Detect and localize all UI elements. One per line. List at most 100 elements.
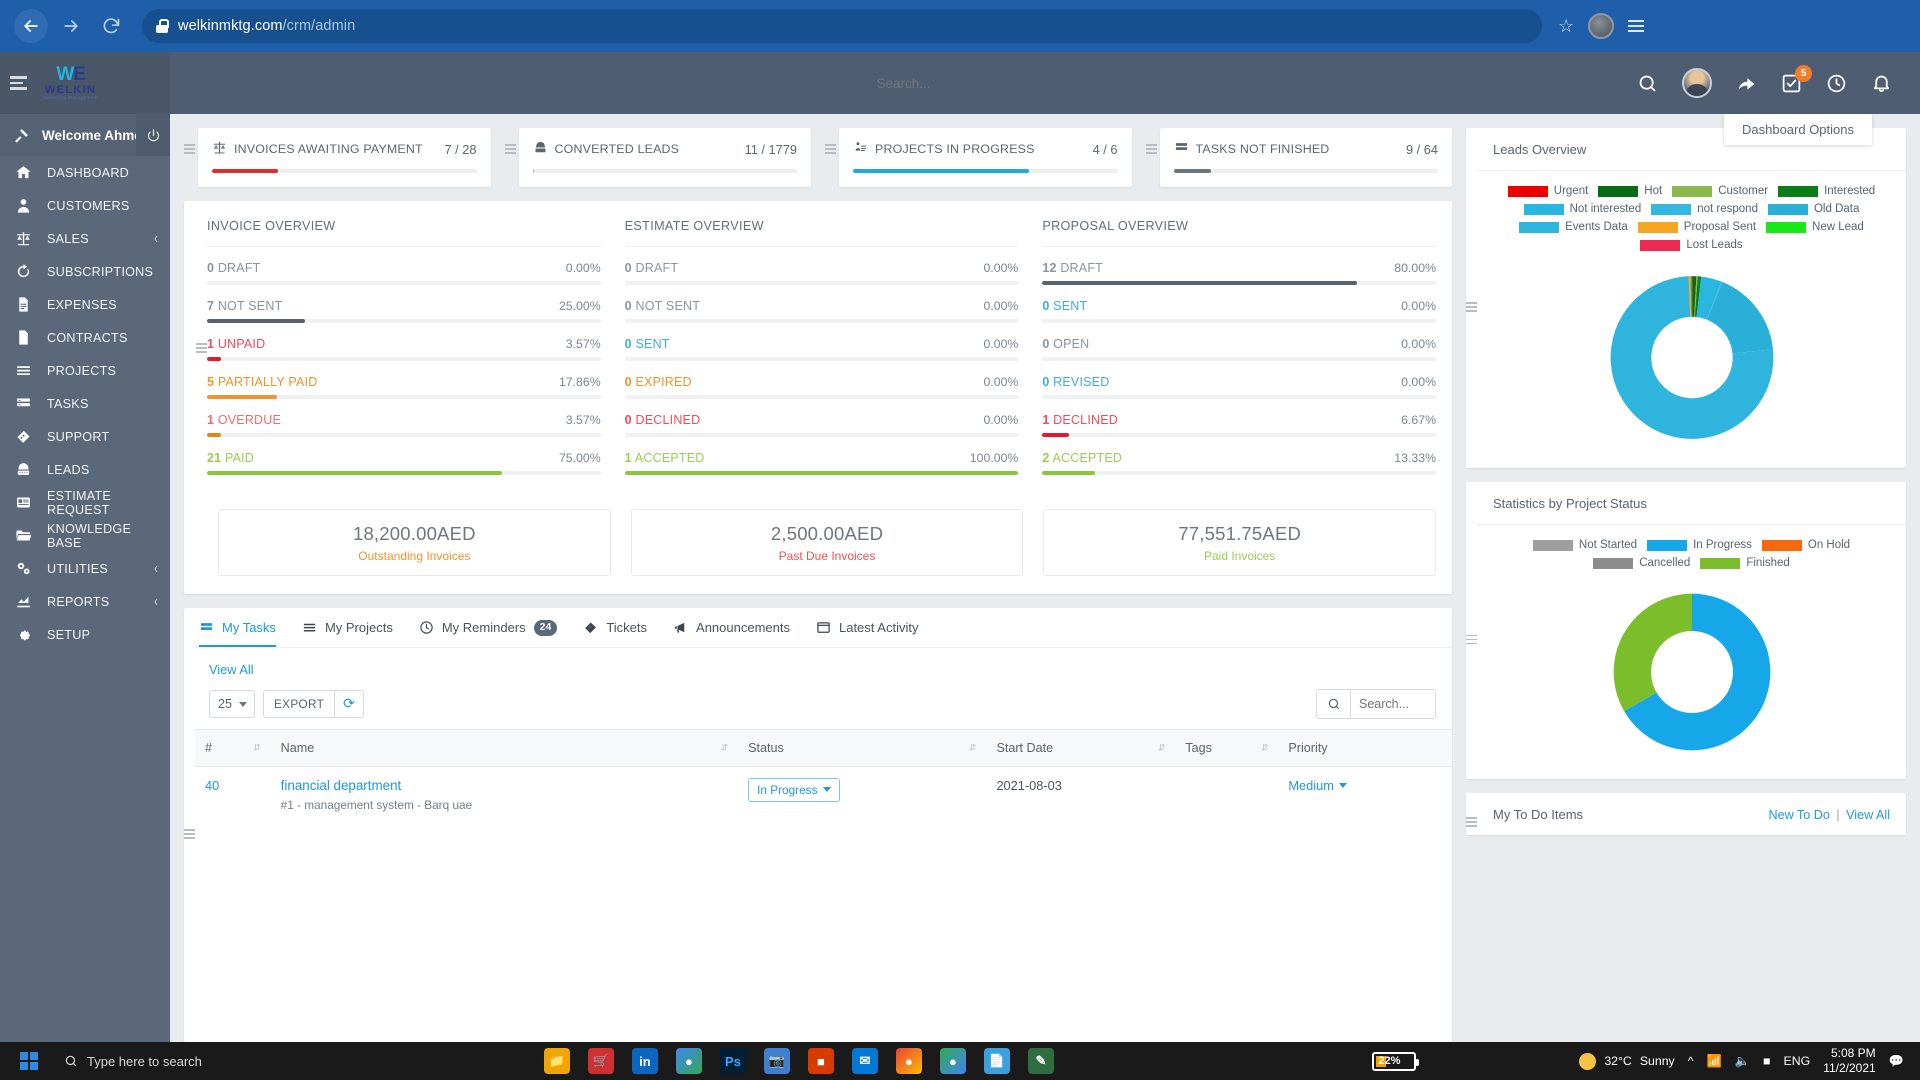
chrome-menu-icon[interactable] [1628, 20, 1645, 32]
leads-panel-drag-handle[interactable] [1466, 128, 1477, 468]
bookmark-star-icon[interactable]: ☆ [1558, 16, 1574, 37]
tab-tickets[interactable]: Tickets [583, 620, 647, 646]
photos-icon[interactable]: 📷 [763, 1048, 790, 1074]
taskbar-search[interactable]: Type here to search [52, 1046, 214, 1076]
status-badge[interactable]: In Progress [748, 777, 841, 802]
legend-item[interactable]: Old Data [1767, 203, 1859, 215]
sidebar-item-sales[interactable]: SALES ‹ [0, 222, 170, 255]
dashboard-options-tooltip[interactable]: Dashboard Options [1723, 114, 1872, 145]
weather-widget[interactable]: 32°C Sunny [1579, 1052, 1675, 1070]
view-all-link[interactable]: View All [195, 648, 1452, 677]
sidebar-toggle-icon[interactable] [10, 76, 27, 90]
linkedin-icon[interactable]: in [631, 1048, 658, 1074]
new-todo-link[interactable]: New To Do [1768, 808, 1829, 822]
logout-button[interactable] [136, 114, 170, 156]
table-header-start-date[interactable]: Start Date ⇵ [986, 728, 1176, 767]
legend-item[interactable]: Events Data [1519, 221, 1628, 233]
sidebar-item-setup[interactable]: SETUP [0, 618, 170, 651]
file-explorer-icon[interactable]: 📁 [543, 1048, 570, 1074]
chrome-3-icon[interactable]: ● [939, 1048, 966, 1074]
browser-reload-button[interactable] [94, 9, 128, 43]
kpi-card[interactable]: CONVERTED LEADS 11 / 1779 [518, 128, 811, 187]
office-icon[interactable]: ■ [807, 1048, 834, 1074]
chrome-icon[interactable]: ● [675, 1048, 702, 1074]
wifi-icon[interactable]: 📶 [1706, 1054, 1721, 1069]
legend-item[interactable]: Finished [1700, 557, 1790, 569]
store-icon[interactable]: 🛒 [587, 1048, 614, 1074]
donut-slice[interactable] [1613, 593, 1692, 712]
tray-battery-icon[interactable]: ■ [1763, 1054, 1770, 1068]
kpi-drag-handle[interactable] [1145, 128, 1157, 154]
share-arrow-icon[interactable] [1736, 73, 1757, 94]
address-bar[interactable]: welkinmktg.com/crm/admin [142, 9, 1542, 43]
panel-drag-handle[interactable] [196, 219, 207, 475]
sidebar-item-subscriptions[interactable]: SUBSCRIPTIONS [0, 255, 170, 288]
search-input[interactable] [753, 75, 1054, 91]
legend-item[interactable]: Hot [1598, 185, 1662, 197]
legend-item[interactable]: not respond [1651, 203, 1758, 215]
tab-announcements[interactable]: Announcements [673, 620, 790, 646]
legend-item[interactable]: On Hold [1761, 539, 1850, 551]
tab-latest-activity[interactable]: Latest Activity [816, 620, 918, 646]
app-logo[interactable]: WE WELKIN Marketing Management [43, 65, 98, 101]
sidebar-item-leads[interactable]: LEADS [0, 453, 170, 486]
table-header-name[interactable]: Name ⇵ [270, 728, 739, 767]
sidebar-item-expenses[interactable]: EXPENSES [0, 288, 170, 321]
chrome-2-icon[interactable]: ● [895, 1048, 922, 1074]
page-size-select[interactable]: 25 [209, 689, 255, 718]
battery-indicator[interactable]: 22% [1372, 1051, 1420, 1071]
sidebar-item-estimate-request[interactable]: ESTIMATE REQUEST [0, 486, 170, 519]
language-indicator[interactable]: ENG [1784, 1054, 1811, 1068]
tab-my-projects[interactable]: My Projects [302, 620, 393, 646]
todo-checkbox-icon[interactable]: 5 [1781, 64, 1812, 94]
todo-view-all-link[interactable]: View All [1846, 808, 1890, 822]
sidebar-item-knowledge-base[interactable]: KNOWLEDGE BASE [0, 519, 170, 552]
sidebar-item-dashboard[interactable]: DASHBOARD [0, 156, 170, 189]
kpi-drag-handle[interactable] [825, 128, 836, 154]
todo-panel-drag-handle[interactable] [1466, 793, 1477, 835]
legend-item[interactable]: Lost Leads [1640, 239, 1743, 251]
table-header-status[interactable]: Status ⇵ [738, 728, 987, 767]
start-button[interactable] [6, 1051, 52, 1071]
acrobat-icon[interactable]: 📄 [983, 1048, 1010, 1074]
table-row[interactable]: 40 financial department #1 - management sy… [195, 766, 1452, 823]
table-header-priority[interactable]: Priority [1278, 728, 1452, 767]
project-panel-drag-handle[interactable] [1466, 482, 1477, 779]
table-header-num[interactable]: # ⇵ [195, 728, 271, 767]
table-header-tags[interactable]: Tags ⇵ [1175, 728, 1279, 767]
legend-item[interactable]: Proposal Sent [1637, 221, 1756, 233]
photoshop-icon[interactable]: Ps [719, 1048, 746, 1074]
chrome-profile-avatar[interactable] [1588, 13, 1615, 39]
mail-icon[interactable]: ✉ [851, 1048, 878, 1074]
kpi-drag-handle[interactable] [504, 128, 516, 154]
task-name-link[interactable]: financial department [281, 778, 402, 793]
sidebar-item-tasks[interactable]: TASKS [0, 387, 170, 420]
bell-icon[interactable] [1871, 73, 1892, 94]
clock-icon[interactable] [1826, 73, 1847, 94]
legend-item[interactable]: Not interested [1523, 203, 1641, 215]
kpi-card[interactable]: TASKS NOT FINISHED 9 / 64 [1159, 128, 1452, 187]
sidebar-item-support[interactable]: SUPPORT [0, 420, 170, 453]
tray-expand-icon[interactable]: ^ [1688, 1054, 1694, 1068]
sidebar-item-reports[interactable]: REPORTS ‹ [0, 585, 170, 618]
search-icon[interactable] [1637, 73, 1658, 94]
kpi-card[interactable]: INVOICES AWAITING PAYMENT 7 / 28 [198, 128, 491, 187]
legend-item[interactable]: In Progress [1647, 539, 1752, 551]
legend-item[interactable]: Urgent [1507, 185, 1588, 197]
kpi-drag-handle[interactable] [184, 128, 195, 154]
legend-item[interactable]: New Lead [1766, 221, 1864, 233]
table-search-input[interactable] [1350, 688, 1436, 719]
browser-forward-button[interactable] [54, 9, 88, 43]
legend-item[interactable]: Customer [1672, 185, 1768, 197]
notification-center-icon[interactable]: 💬 [1889, 1054, 1904, 1069]
export-button[interactable]: EXPORT [263, 689, 336, 718]
legend-item[interactable]: Not Started [1532, 539, 1637, 551]
active-app-icon[interactable]: ✎ [1027, 1048, 1054, 1074]
sidebar-item-projects[interactable]: PROJECTS [0, 354, 170, 387]
tab-my-reminders[interactable]: My Reminders 24 [419, 620, 558, 647]
refresh-button[interactable]: ⟳ [335, 689, 365, 718]
kpi-card[interactable]: PROJECTS IN PROGRESS 4 / 6 [839, 128, 1132, 187]
sidebar-item-utilities[interactable]: UTILITIES ‹ [0, 552, 170, 585]
legend-item[interactable]: Cancelled [1593, 557, 1690, 569]
browser-back-button[interactable] [14, 9, 48, 43]
